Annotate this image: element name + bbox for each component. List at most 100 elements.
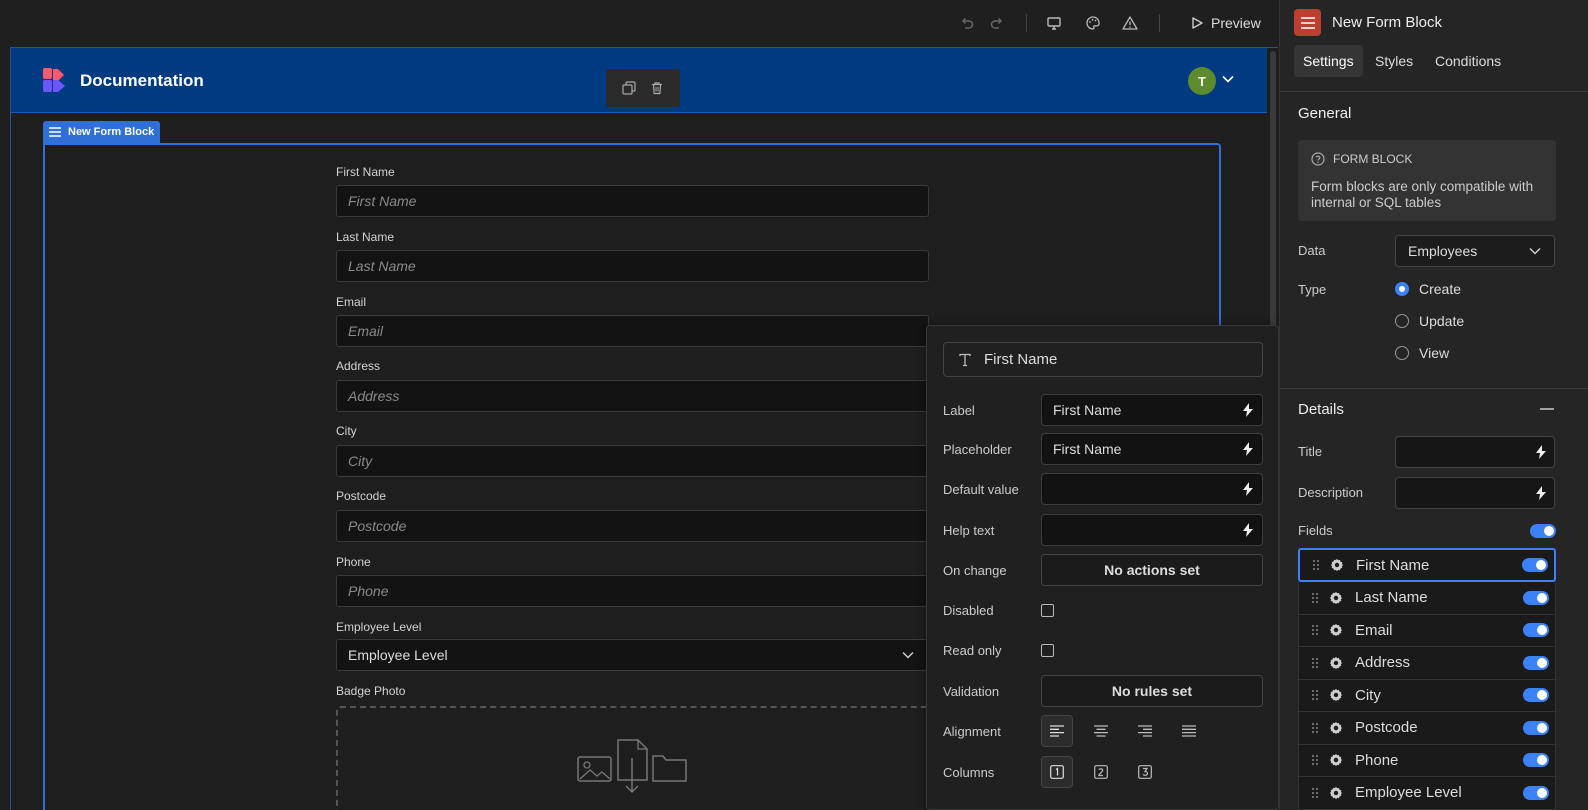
trash-icon[interactable] [650,81,664,95]
disabled-checkbox[interactable] [1041,603,1054,617]
drag-handle-icon[interactable] [1311,657,1319,669]
align-center-button[interactable] [1085,715,1117,747]
alignment-row: Alignment [943,715,1263,747]
palette-icon[interactable] [1081,12,1105,34]
columns-1-button[interactable] [1041,756,1073,788]
field-list-item[interactable]: Postcode [1298,712,1556,745]
tab-settings[interactable]: Settings [1294,45,1363,77]
read-only-checkbox[interactable] [1041,643,1054,657]
validation-button[interactable]: No rules set [1041,675,1263,707]
type-create-radio[interactable]: Create [1395,281,1461,297]
title-input[interactable] [1395,436,1555,468]
on-change-button[interactable]: No actions set [1041,554,1263,586]
postcode-input[interactable]: Postcode [336,510,929,542]
phone-input[interactable]: Phone [336,575,929,607]
field-visibility-toggle[interactable] [1522,558,1548,572]
lightning-icon[interactable] [1242,442,1254,456]
fields-toggle[interactable] [1530,523,1556,538]
field-visibility-toggle[interactable] [1523,753,1549,768]
field-visibility-toggle[interactable] [1523,655,1549,670]
city-input[interactable]: City [336,445,929,477]
help-circle-icon [1311,152,1325,166]
field-list-item[interactable]: Address [1298,647,1556,680]
badge-photo-dropzone[interactable] [336,706,929,810]
warning-icon[interactable] [1118,12,1142,34]
field-list-label: Postcode [1355,719,1418,737]
field-list: First Name Last Name Email Address City Postc… [1298,548,1556,810]
drag-handle-icon[interactable] [1311,722,1319,734]
field-visibility-toggle[interactable] [1523,623,1549,638]
help-text-label: Help text [943,522,995,538]
last-name-input[interactable]: Last Name [336,250,929,282]
default-value-input[interactable] [1041,473,1263,505]
type-update-radio[interactable]: Update [1395,313,1464,329]
field-visibility-toggle[interactable] [1523,590,1549,605]
gear-icon[interactable] [1329,623,1343,637]
lightning-icon[interactable] [1242,403,1254,417]
lightning-icon[interactable] [1535,445,1547,459]
avatar[interactable]: T [1188,67,1216,95]
radio-label: Create [1419,281,1462,297]
gear-icon[interactable] [1329,688,1343,702]
gear-icon[interactable] [1329,753,1343,767]
field-label: Address [336,359,381,373]
first-name-input[interactable]: First Name [336,185,929,217]
placeholder-label: Placeholder [943,441,1012,457]
tab-conditions[interactable]: Conditions [1426,45,1510,77]
field-label: Last Name [336,230,395,244]
label-input[interactable]: First Name [1041,394,1263,426]
chevron-down-icon[interactable] [1222,74,1234,84]
gear-icon[interactable] [1330,558,1344,572]
drag-handle-icon[interactable] [1311,624,1319,636]
align-left-button[interactable] [1041,715,1073,747]
drag-handle-icon[interactable] [1311,754,1319,766]
field-list-label: Last Name [1355,589,1428,607]
drag-handle-icon[interactable] [1312,559,1320,571]
gear-icon[interactable] [1329,721,1343,735]
lightning-icon[interactable] [1242,482,1254,496]
gear-icon[interactable] [1329,786,1343,800]
type-view-radio[interactable]: View [1395,345,1449,361]
disabled-row: Disabled [943,594,1263,626]
field-visibility-toggle[interactable] [1523,785,1549,800]
duplicate-icon[interactable] [622,81,636,95]
lightning-icon[interactable] [1535,486,1547,500]
lightning-icon[interactable] [1242,523,1254,537]
align-justify-button[interactable] [1173,715,1205,747]
collapse-icon[interactable] [1540,408,1554,410]
field-list-item[interactable]: Phone [1298,744,1556,777]
data-source-select[interactable]: Employees [1395,235,1555,267]
columns-2-button[interactable] [1085,756,1117,788]
field-list-item[interactable]: City [1298,679,1556,712]
field-list-item[interactable]: Last Name [1298,582,1556,615]
align-right-button[interactable] [1129,715,1161,747]
undo-icon[interactable] [955,12,979,34]
field-list-item[interactable]: Employee Level [1298,777,1556,810]
preview-button[interactable]: Preview [1190,9,1261,37]
field-visibility-toggle[interactable] [1523,688,1549,703]
desktop-preview-icon[interactable] [1042,12,1066,34]
email-input[interactable]: Email [336,315,929,347]
gear-icon[interactable] [1329,591,1343,605]
drag-handle-icon[interactable] [1311,592,1319,604]
drag-handle-icon[interactable] [1311,787,1319,799]
block-tag-label: New Form Block [68,126,155,138]
columns-3-button[interactable] [1129,756,1161,788]
read-only-label: Read only [943,642,1002,658]
help-text-input[interactable] [1041,514,1263,546]
field-list-item[interactable]: First Name [1298,548,1556,582]
description-input[interactable] [1395,477,1555,509]
redo-icon[interactable] [985,12,1009,34]
block-tag[interactable]: New Form Block [43,121,161,143]
field-list-item[interactable]: Email [1298,614,1556,647]
employee-level-select[interactable]: Employee Level [336,639,929,671]
address-input[interactable]: Address [336,380,929,412]
field-visibility-toggle[interactable] [1523,720,1549,735]
text-type-icon [958,353,972,367]
info-box: FORM BLOCK Form blocks are only compatib… [1298,140,1556,221]
placeholder-input[interactable]: First Name [1041,433,1263,465]
tab-styles[interactable]: Styles [1366,45,1422,77]
data-source-value: Employees [1408,243,1478,259]
gear-icon[interactable] [1329,656,1343,670]
drag-handle-icon[interactable] [1311,689,1319,701]
